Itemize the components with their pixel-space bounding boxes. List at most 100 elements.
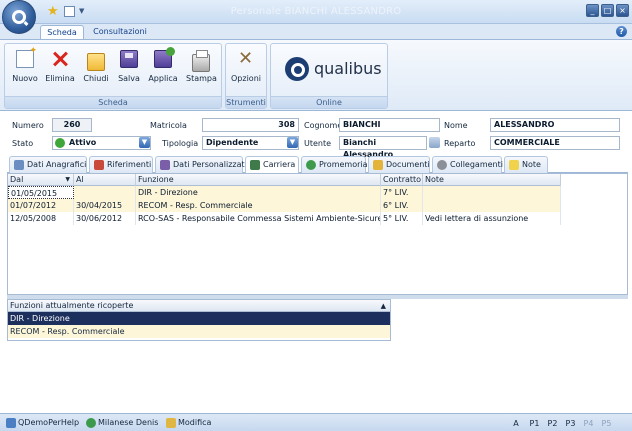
print-button[interactable]: Stampa — [186, 50, 217, 83]
utente-field[interactable]: Bianchi Alessandro — [339, 136, 427, 159]
tab-collegamenti[interactable]: Collegamenti — [432, 156, 503, 173]
status-indicator-p2[interactable]: P2 — [544, 417, 561, 430]
save-button[interactable]: Salva — [114, 50, 144, 83]
table-cell[interactable]: 01/05/2015 — [8, 186, 74, 199]
table-cell[interactable]: 30/04/2015 — [74, 199, 136, 212]
table-cell[interactable]: 6° LIV. — [381, 199, 423, 212]
group-scheda: Nuovo Elimina Chiudi Salva Applica Stamp… — [4, 43, 222, 109]
status-database-label: QDemoPerHelp — [18, 418, 80, 427]
tipologia-dropdown-icon[interactable]: ▼ — [287, 137, 298, 148]
new-button[interactable]: Nuovo — [10, 46, 40, 83]
status-mode[interactable]: Modifica — [164, 416, 211, 430]
table-cell[interactable]: 12/05/2008 — [8, 212, 74, 225]
qualibus-q-icon — [12, 10, 26, 24]
tab-carriera[interactable]: Carriera — [245, 156, 299, 174]
ribbon: Nuovo Elimina Chiudi Salva Applica Stamp… — [0, 39, 632, 111]
reminder-icon — [306, 160, 316, 170]
numero-field[interactable]: 260 — [52, 118, 92, 132]
nome-label: Nome — [444, 121, 468, 130]
column-header-dal-label: Dal — [10, 175, 24, 184]
utente-lookup-icon[interactable] — [429, 137, 440, 148]
table-cell[interactable]: Vedi lettera di assunzione — [423, 212, 561, 225]
column-header-note[interactable]: Note — [423, 174, 561, 186]
apply-button[interactable]: Applica — [148, 47, 178, 83]
functions-list-header[interactable]: Funzioni attualmente ricoperte ▲ — [8, 300, 390, 312]
status-user[interactable]: Milanese Denis — [84, 416, 158, 430]
table-cell[interactable]: 30/06/2012 — [74, 212, 136, 225]
tab-promemoria[interactable]: Promemoria — [301, 156, 368, 173]
matricola-field[interactable]: 308 — [202, 118, 299, 132]
table-cell[interactable]: 01/07/2012 — [8, 199, 74, 212]
apply-label: Applica — [148, 74, 178, 83]
column-header-al[interactable]: Al — [74, 174, 136, 186]
column-header-contratto[interactable]: Contratto — [381, 174, 423, 186]
tab-documenti[interactable]: Documenti — [368, 156, 430, 173]
column-header-funzione[interactable]: Funzione — [136, 174, 381, 186]
list-item[interactable]: DIR - Direzione — [8, 312, 390, 325]
delete-label: Elimina — [45, 74, 75, 83]
new-label: Nuovo — [12, 74, 38, 83]
status-indicator-p4[interactable]: P4 — [580, 417, 597, 430]
nome-field[interactable]: ALESSANDRO — [490, 118, 620, 132]
sort-desc-icon: ▼ — [65, 176, 70, 183]
tab-note[interactable]: Note — [504, 156, 548, 173]
list-item[interactable]: RECOM - Resp. Commerciale — [8, 325, 390, 338]
stato-select[interactable]: Attivo — [52, 136, 151, 150]
tab-riferimenti[interactable]: Riferimenti — [89, 156, 153, 173]
tab-carriera-label: Carriera — [263, 160, 296, 169]
table-row[interactable]: 12/05/2008 30/06/2012 RCO-SAS - Responsabi… — [8, 212, 561, 225]
maximize-button[interactable]: □ — [601, 4, 614, 17]
options-button[interactable]: Opzioni — [231, 48, 261, 83]
delete-button[interactable]: Elimina — [45, 50, 75, 83]
table-cell[interactable]: RCO-SAS - Responsabile Commessa Sistemi … — [136, 212, 381, 225]
table-cell[interactable] — [74, 186, 136, 199]
tab-consultazioni[interactable]: Consultazioni — [88, 25, 152, 40]
group-label-scheda: Scheda — [5, 96, 221, 108]
minimize-button[interactable]: _ — [586, 4, 599, 17]
table-row[interactable]: 01/05/2015 DIR - Direzione 7° LIV. — [8, 186, 561, 199]
table-cell[interactable]: RECOM - Resp. Commerciale — [136, 199, 381, 212]
status-database[interactable]: QDemoPerHelp — [4, 416, 79, 430]
table-cell[interactable]: DIR - Direzione — [136, 186, 381, 199]
cognome-field[interactable]: BIANCHI — [339, 118, 440, 132]
tab-scheda[interactable]: Scheda — [40, 25, 84, 40]
tab-dati-personalizzati[interactable]: Dati Personalizzati — [155, 156, 247, 173]
table-cell[interactable] — [423, 199, 561, 212]
tab-dati-personalizzati-label: Dati Personalizzati — [173, 160, 247, 169]
reparto-field[interactable]: COMMERCIALE — [490, 136, 620, 150]
status-indicator-a[interactable]: A — [508, 417, 524, 430]
table-row[interactable]: 01/07/2012 30/04/2015 RECOM - Resp. Commer… — [8, 199, 561, 212]
help-icon[interactable]: ? — [616, 26, 627, 37]
user-icon — [86, 418, 96, 428]
stato-label: Stato — [12, 139, 34, 148]
tools-icon — [237, 48, 255, 69]
close-record-button[interactable]: Chiudi — [81, 50, 111, 83]
tipologia-select[interactable]: Dipendente — [202, 136, 299, 150]
tab-dati-anagrafici[interactable]: Dati Anagrafici — [9, 156, 87, 173]
utente-label: Utente — [304, 139, 332, 148]
new-document-icon — [16, 46, 37, 68]
functions-list[interactable]: Funzioni attualmente ricoperte ▲ DIR - Di… — [7, 299, 391, 341]
app-menu-button[interactable] — [2, 0, 36, 34]
career-icon — [250, 160, 260, 170]
options-label: Opzioni — [231, 74, 261, 83]
status-ok-icon — [55, 138, 65, 148]
links-gear-icon — [437, 160, 447, 170]
tab-promemoria-label: Promemoria — [319, 160, 368, 169]
tab-documenti-label: Documenti — [386, 160, 430, 169]
status-indicator-p5[interactable]: P5 — [598, 417, 615, 430]
status-indicator-p3[interactable]: P3 — [562, 417, 579, 430]
qualibus-logo-text: qualibus — [314, 59, 382, 78]
close-button[interactable]: × — [616, 4, 629, 17]
qualibus-logo[interactable]: qualibus — [285, 54, 382, 84]
group-online: qualibus Online — [270, 43, 388, 109]
table-cell[interactable]: 7° LIV. — [381, 186, 423, 199]
career-grid[interactable]: Dal ▼ Al Funzione Contratto Note 01/05/20… — [7, 173, 628, 295]
column-header-dal[interactable]: Dal ▼ — [8, 174, 74, 186]
stato-dropdown-icon[interactable]: ▼ — [139, 137, 150, 148]
cognome-label: Cognome — [304, 121, 343, 130]
printer-icon — [192, 50, 210, 72]
table-cell[interactable] — [423, 186, 561, 199]
table-cell[interactable]: 5° LIV. — [381, 212, 423, 225]
status-indicator-p1[interactable]: P1 — [526, 417, 543, 430]
